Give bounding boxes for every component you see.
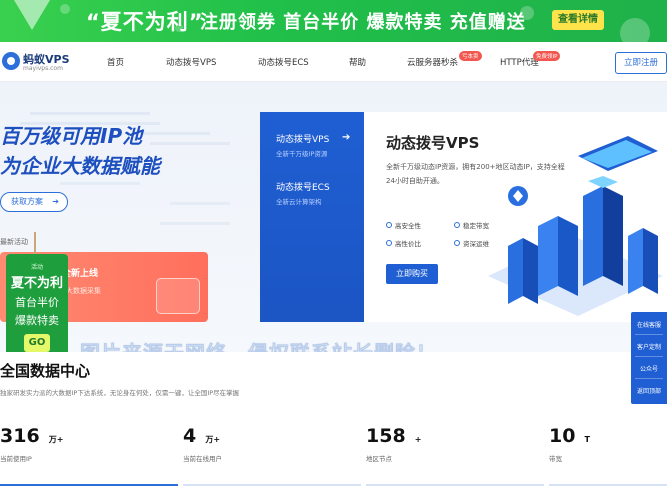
nav-item-flash-sale[interactable]: 云服务器秒杀 xyxy=(407,56,458,68)
feature-item: 高安全性 xyxy=(386,220,421,230)
feature-item: 高性价比 xyxy=(386,238,421,248)
stat-label: 当前使用IP xyxy=(0,455,32,463)
tag-go-button[interactable]: GO xyxy=(24,334,50,352)
side-wechat[interactable]: 公众号 xyxy=(631,364,667,373)
tab-dynamic-ecs-subtitle: 全新云计算架构 xyxy=(276,198,322,206)
promo-details-button[interactable]: 查看详情 xyxy=(552,10,604,30)
dot-decoration-icon xyxy=(620,18,650,42)
product-tabs: 动态拨号VPS ➔ 全新千万级IP资源 动态拨号ECS 全新云计算架构 xyxy=(260,112,364,322)
hero-title-line2: 为企业大数据赋能 xyxy=(0,154,160,178)
promo-banner[interactable]: “夏不为利” 注册领券 首台半价 爆款特卖 充值赠送 查看详情 xyxy=(0,0,667,42)
stat-unit: T xyxy=(584,435,591,444)
promo-slogan: 注册领券 首台半价 爆款特卖 充值赠送 xyxy=(200,12,526,33)
tag-big-text: 夏不为利 xyxy=(10,276,63,291)
data-center-subtitle: 独家研发实力派的大数据IP下达系统，无论身在何处，仅需一键，让全国IP尽在掌握 xyxy=(0,389,240,397)
stat-bandwidth: 10 T 带宽 xyxy=(549,425,591,463)
get-solution-button[interactable]: 获取方案 ➔ xyxy=(0,192,68,212)
stat-online-users: 4 万+ 当前在线用户 xyxy=(183,425,222,463)
tag-small-text: 活动 xyxy=(30,264,43,271)
stat-label: 当前在线用户 xyxy=(183,455,222,463)
shopping-bag-icon xyxy=(156,278,200,314)
stat-number: 158 xyxy=(366,425,406,447)
stat-underline xyxy=(366,484,544,486)
promo-tag[interactable]: 活动 夏不为利 首台半价 爆款特卖 GO xyxy=(6,254,68,352)
triangle-decoration-icon xyxy=(14,0,50,30)
hero-title-line1: 百万级可用IP池 xyxy=(0,124,143,148)
stat-underline xyxy=(0,484,178,486)
recent-activity-label: 最新活动 xyxy=(0,238,28,246)
stat-unit: 万+ xyxy=(48,435,64,444)
stat-region-nodes: 158 + 地区节点 xyxy=(366,425,422,463)
dot-decoration-icon xyxy=(60,4,70,14)
nav-item-dynamic-vps[interactable]: 动态拨号VPS xyxy=(166,56,216,68)
tab-dynamic-vps[interactable]: 动态拨号VPS xyxy=(276,132,329,145)
ant-logo-icon xyxy=(2,52,20,70)
navbar: 蚂蚁VPS mayivps.com 首页 动态拨号VPS 动态拨号ECS 帮助 … xyxy=(0,42,667,82)
stat-unit: 万+ xyxy=(205,435,221,444)
flash-sale-badge: 亏本卖 xyxy=(459,51,482,61)
server-illustration-icon xyxy=(488,136,663,316)
stat-number: 10 xyxy=(549,425,576,447)
side-custom[interactable]: 客户定制 xyxy=(631,342,667,351)
stat-unit: + xyxy=(414,435,422,444)
data-center-title: 全国数据中心 xyxy=(0,362,91,380)
stat-label: 带宽 xyxy=(549,455,562,463)
watermark-text: 图片来源于网络，侵权联系站长删除！ xyxy=(80,337,437,352)
arrow-right-icon: ➔ xyxy=(342,132,351,143)
tag-line1: 首台半价 xyxy=(15,296,59,309)
side-back-to-top[interactable]: 返回顶部 xyxy=(631,386,667,395)
divider xyxy=(635,356,663,357)
divider xyxy=(635,334,663,335)
stat-underline xyxy=(549,484,667,486)
promo-card-subtitle: 大数据采集 xyxy=(66,287,101,295)
register-button[interactable]: 立即注册 xyxy=(615,52,667,74)
product-title: 动态拨号VPS xyxy=(386,134,480,152)
tab-dynamic-vps-subtitle: 全新千万级IP资源 xyxy=(276,150,328,158)
nav-item-dynamic-ecs[interactable]: 动态拨号ECS xyxy=(258,56,309,68)
arrow-right-icon: ➔ xyxy=(52,197,59,206)
get-solution-label: 获取方案 xyxy=(11,197,43,206)
stat-number: 4 xyxy=(183,425,197,447)
buy-now-button[interactable]: 立即购买 xyxy=(386,264,438,284)
side-online-service[interactable]: 在线客服 xyxy=(631,320,667,329)
stat-label: 地区节点 xyxy=(366,455,392,463)
tag-line2: 爆款特卖 xyxy=(15,314,59,327)
logo-url: mayivps.com xyxy=(23,65,63,72)
http-proxy-badge: 免费领IP xyxy=(533,51,561,61)
divider xyxy=(635,378,663,379)
promo-quote: “夏不为利” xyxy=(86,10,204,34)
hero-section: 百万级可用IP池 为企业大数据赋能 获取方案 ➔ 最新活动 全新上线 大数据采集… xyxy=(0,82,667,352)
stat-underline xyxy=(183,484,361,486)
nav-item-help[interactable]: 帮助 xyxy=(349,56,366,68)
tag-string xyxy=(34,232,36,256)
stat-number: 316 xyxy=(0,425,40,447)
nav-item-home[interactable]: 首页 xyxy=(107,56,124,68)
logo[interactable]: 蚂蚁VPS mayivps.com xyxy=(2,50,72,76)
side-float-menu: 在线客服 客户定制 公众号 返回顶部 xyxy=(631,312,667,404)
stat-ip-in-use: 316 万+ 当前使用IP xyxy=(0,425,64,463)
tab-dynamic-ecs[interactable]: 动态拨号ECS xyxy=(276,180,330,193)
